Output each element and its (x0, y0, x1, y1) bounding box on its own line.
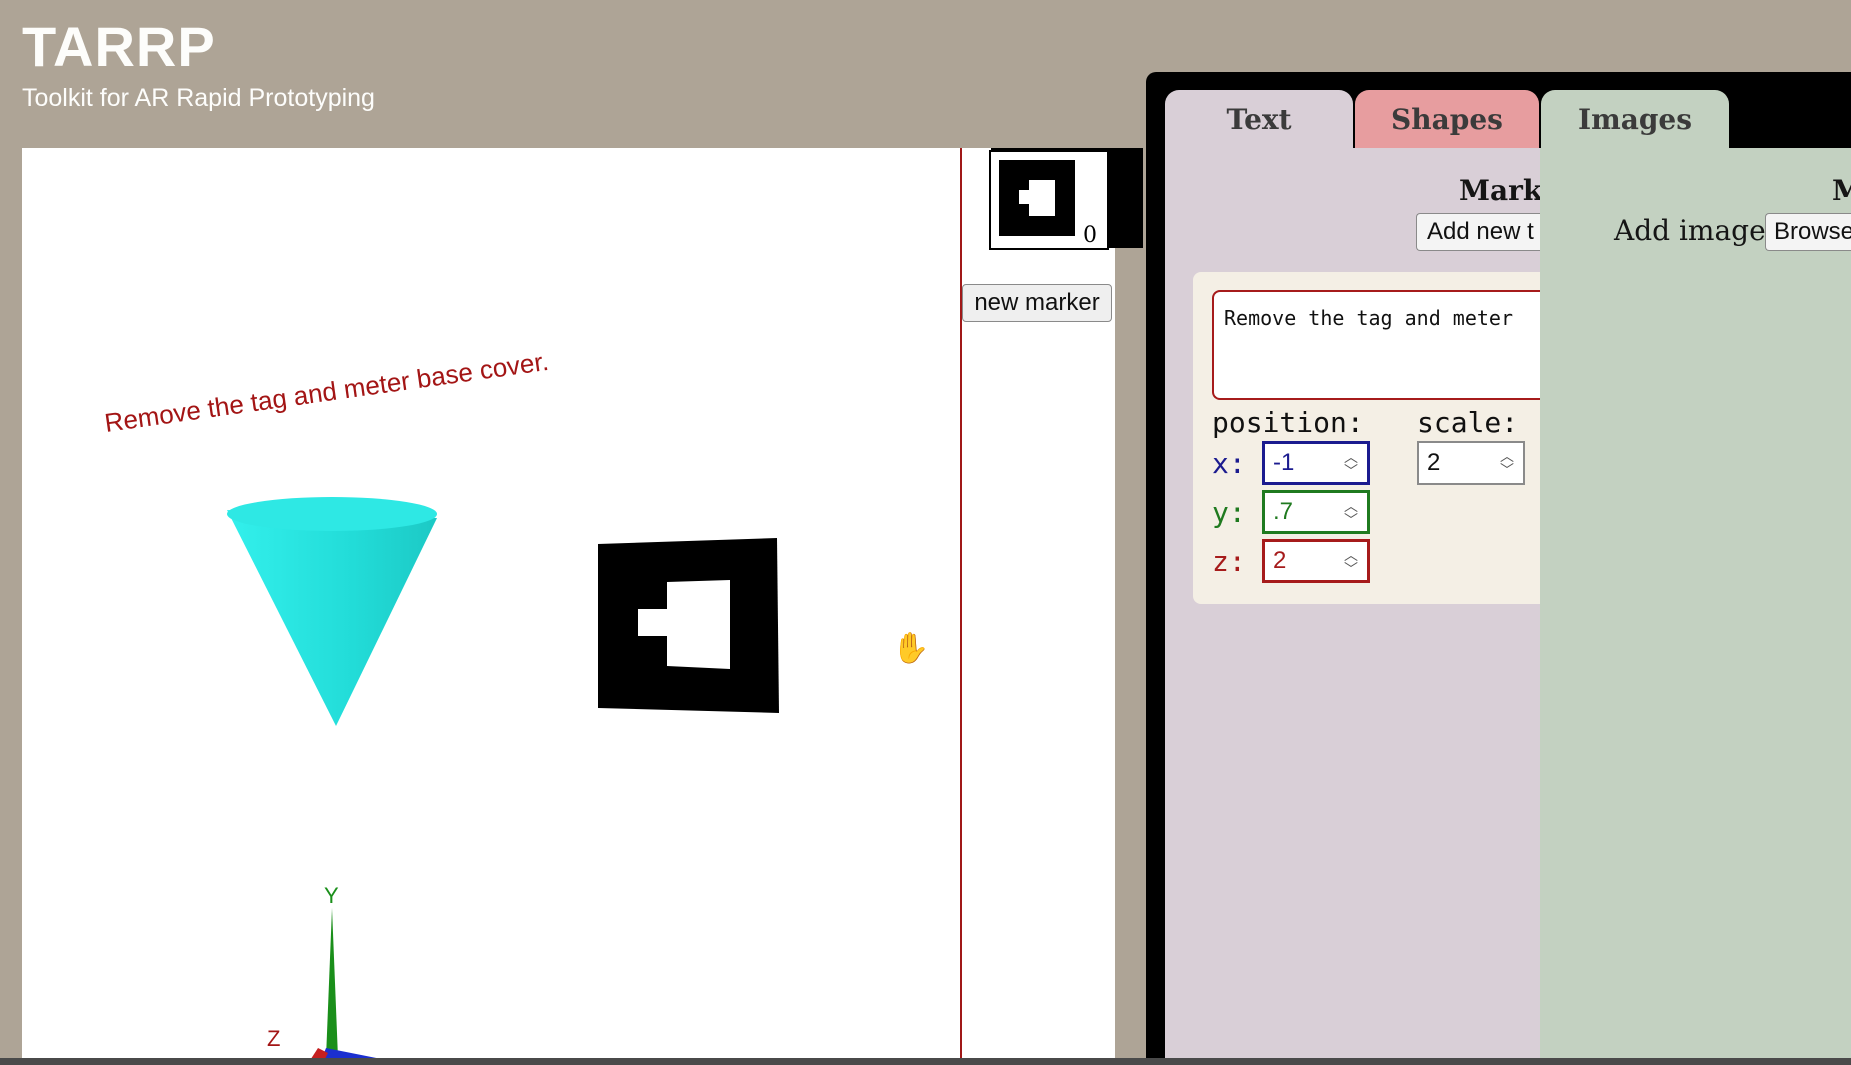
ar-text-label[interactable]: Remove the tag and meter base cover. (103, 346, 551, 438)
add-image-label: Add image: (1614, 214, 1776, 247)
scale-label: scale: (1417, 406, 1519, 439)
cone-shape[interactable] (227, 497, 437, 726)
axis-y-label: Y (324, 883, 339, 908)
text-panel-heading: Mark (1459, 174, 1543, 207)
bottom-edge (0, 1058, 1851, 1065)
scene-viewport[interactable]: Remove the tag and meter base cover. ✋ Y… (22, 148, 1115, 1065)
browse-button[interactable]: Browse (1765, 213, 1851, 251)
app-title: TARRP (22, 15, 216, 78)
images-panel-heading: M (1832, 174, 1851, 207)
y-label: y: (1212, 496, 1246, 529)
position-z-value: 2 (1273, 547, 1287, 574)
text-content-field[interactable]: Remove the tag and meter (1212, 290, 1540, 400)
position-z-input[interactable]: 2 ︿ ﹀ (1262, 539, 1370, 583)
app-subtitle: Toolkit for AR Rapid Prototyping (22, 84, 375, 112)
position-x-value: -1 (1273, 449, 1295, 476)
add-text-button[interactable]: Add new t (1416, 213, 1540, 251)
axes-gizmo: Y Z X (267, 883, 462, 1065)
position-y-input[interactable]: .7 ︿ ﹀ (1262, 490, 1370, 534)
scale-value: 2 (1427, 449, 1441, 476)
marker-thumbnail[interactable]: 0 (989, 150, 1109, 250)
new-marker-button[interactable]: new marker (962, 284, 1112, 322)
hand-cursor-icon: ✋ (892, 630, 929, 665)
scale-input[interactable]: 2 ︿ ﹀ (1417, 441, 1525, 485)
marker-thumbnail-icon: 0 (999, 160, 1097, 248)
position-x-input[interactable]: -1 ︿ ﹀ (1262, 441, 1370, 485)
spinner-icon[interactable]: ︿ ﹀ (1341, 450, 1361, 480)
tab-shapes[interactable]: Shapes (1355, 90, 1539, 148)
images-panel (1540, 148, 1851, 1065)
marker-id: 0 (1083, 223, 1097, 248)
spinner-icon[interactable]: ︿ ﹀ (1497, 449, 1517, 479)
axis-z-label: Z (267, 1026, 280, 1051)
tab-text[interactable]: Text (1165, 90, 1353, 148)
position-y-value: .7 (1273, 498, 1294, 525)
marker-plane[interactable] (598, 538, 779, 713)
spinner-icon[interactable]: ︿ ﹀ (1341, 548, 1361, 578)
z-label: z: (1212, 545, 1246, 578)
tab-images[interactable]: Images (1541, 90, 1729, 148)
spinner-icon[interactable]: ︿ ﹀ (1341, 499, 1361, 529)
scene-canvas[interactable]: Remove the tag and meter base cover. ✋ Y… (22, 148, 1115, 1065)
x-label: x: (1212, 447, 1246, 480)
position-label: position: (1212, 406, 1364, 439)
